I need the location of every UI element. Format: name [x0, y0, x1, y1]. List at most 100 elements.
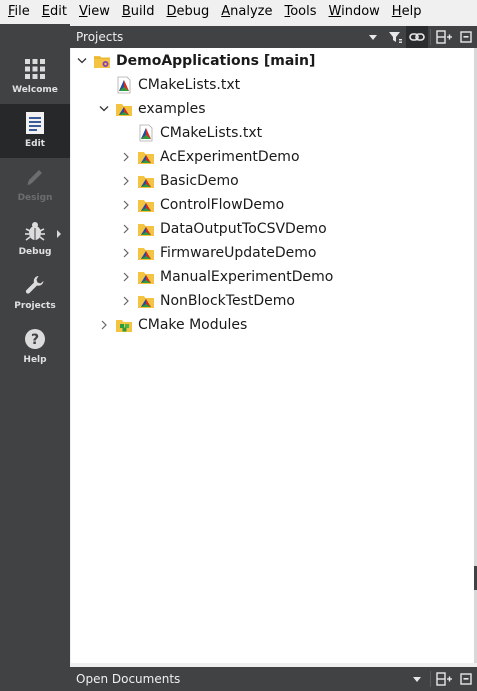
folder-label: examples — [138, 101, 206, 117]
tree-row-non-block-test-demo[interactable]: NonBlockTestDemo — [121, 289, 295, 313]
close-panel-button[interactable] — [455, 668, 477, 690]
menu-edit[interactable]: Edit — [36, 0, 73, 24]
tree-row-root-cmakelists[interactable]: CMakeLists.txt — [115, 73, 240, 97]
chevron-right-icon[interactable] — [121, 217, 131, 241]
menu-view[interactable]: View — [73, 0, 116, 24]
folder-label: ManualExperimentDemo — [160, 269, 334, 285]
link-with-editor-button[interactable] — [406, 26, 428, 48]
cmake-folder-icon — [137, 244, 155, 262]
menu-help[interactable]: Help — [386, 0, 428, 24]
mode-edit[interactable]: Edit — [0, 104, 70, 158]
tree-row-ac-experiment-demo[interactable]: AcExperimentDemo — [121, 145, 300, 169]
filter-tree-button[interactable] — [384, 26, 406, 48]
split-panel-button[interactable] — [433, 668, 455, 690]
menu-debug[interactable]: Debug — [160, 0, 215, 24]
cmake-folder-icon — [137, 268, 155, 286]
project-name: DemoApplications [main] — [116, 53, 316, 69]
mode-design-label: Design — [17, 193, 53, 203]
tree-row-data-output-to-csv-demo[interactable]: DataOutputToCSVDemo — [121, 217, 327, 241]
chevron-down-icon[interactable] — [77, 49, 87, 73]
open-documents-panel-header: Open Documents — [70, 667, 477, 691]
chevron-right-icon[interactable] — [121, 145, 131, 169]
chevron-down-icon — [413, 676, 421, 682]
mode-help[interactable]: ? Help — [0, 320, 70, 374]
grid-icon — [23, 57, 47, 81]
open-documents-panel-title: Open Documents — [76, 672, 181, 686]
folder-label: ControlFlowDemo — [160, 197, 285, 213]
chevron-right-icon[interactable] — [121, 193, 131, 217]
cmake-folder-icon — [137, 172, 155, 190]
filter-icon — [389, 32, 402, 43]
wrench-icon — [23, 273, 47, 297]
mode-sidebar: Welcome Edit Design Debug Projects ? Hel… — [0, 24, 70, 691]
split-panel-button[interactable] — [433, 26, 455, 48]
folder-label: BasicDemo — [160, 173, 239, 189]
mode-welcome[interactable]: Welcome — [0, 50, 70, 104]
bug-icon — [23, 219, 47, 243]
folder-label: DataOutputToCSVDemo — [160, 221, 327, 237]
file-label: CMakeLists.txt — [138, 77, 241, 93]
chevron-right-icon[interactable] — [121, 241, 131, 265]
modules-folder-icon — [115, 316, 133, 334]
projects-panel-title: Projects — [76, 30, 124, 44]
mode-projects-label: Projects — [14, 301, 56, 311]
split-icon — [436, 672, 452, 686]
menu-file[interactable]: File — [2, 0, 36, 24]
pencil-icon — [23, 165, 47, 189]
cmake-folder-icon — [137, 220, 155, 238]
tree-row-basic-demo[interactable]: BasicDemo — [121, 169, 239, 193]
mode-help-label: Help — [23, 355, 47, 365]
chevron-right-icon[interactable] — [99, 313, 109, 337]
tree-row-examples-cmakelists[interactable]: CMakeLists.txt — [137, 121, 262, 145]
tree-row-examples[interactable]: examples — [99, 97, 206, 121]
tree-row-manual-experiment-demo[interactable]: ManualExperimentDemo — [121, 265, 333, 289]
mode-edit-label: Edit — [25, 139, 45, 149]
cmake-file-icon — [137, 124, 155, 142]
tree-row-cmake-modules[interactable]: CMake Modules — [99, 313, 247, 337]
close-panel-icon — [460, 31, 472, 43]
menu-build[interactable]: Build — [116, 0, 161, 24]
file-label: CMakeLists.txt — [160, 125, 263, 141]
help-icon: ? — [23, 327, 47, 351]
qt-creator-window: File Edit View Build Debug Analyze Tools… — [0, 0, 477, 691]
mode-debug[interactable]: Debug — [0, 212, 70, 266]
mode-projects[interactable]: Projects — [0, 266, 70, 320]
mode-welcome-label: Welcome — [12, 85, 58, 95]
folder-label: FirmwareUpdateDemo — [160, 245, 317, 261]
mode-debug-label: Debug — [18, 247, 52, 257]
mode-design[interactable]: Design — [0, 158, 70, 212]
cmake-file-icon — [115, 76, 133, 94]
folder-label: AcExperimentDemo — [160, 149, 300, 165]
chevron-down-icon[interactable] — [99, 97, 109, 121]
chevron-right-icon[interactable] — [121, 289, 131, 313]
svg-text:?: ? — [31, 332, 39, 348]
tree-row-control-flow-demo[interactable]: ControlFlowDemo — [121, 193, 284, 217]
chevron-right-icon[interactable] — [121, 169, 131, 193]
menu-analyze[interactable]: Analyze — [215, 0, 278, 24]
open-documents-view-dropdown[interactable] — [406, 668, 428, 690]
project-tree: DemoApplications [main] CMakeLists.txt e… — [71, 48, 474, 663]
close-panel-icon — [460, 673, 472, 685]
mode-debug-menu-arrow-icon[interactable] — [57, 230, 61, 238]
document-edit-icon — [23, 111, 47, 135]
menu-tools[interactable]: Tools — [278, 0, 322, 24]
menu-window[interactable]: Window — [323, 0, 386, 24]
cmake-folder-icon — [137, 196, 155, 214]
link-icon — [409, 33, 425, 41]
projects-panel-header: Projects — [70, 26, 477, 48]
tree-row-firmware-update-demo[interactable]: FirmwareUpdateDemo — [121, 241, 316, 265]
project-folder-icon — [93, 52, 111, 70]
header-separator — [430, 29, 431, 45]
cmake-folder-icon — [137, 292, 155, 310]
cmake-folder-icon — [115, 100, 133, 118]
chevron-down-icon — [369, 34, 377, 40]
cmake-folder-icon — [137, 148, 155, 166]
tree-row-root[interactable]: DemoApplications [main] — [77, 49, 315, 73]
close-panel-button[interactable] — [455, 26, 477, 48]
menu-bar: File Edit View Build Debug Analyze Tools… — [0, 0, 477, 24]
folder-label: CMake Modules — [138, 317, 248, 333]
folder-label: NonBlockTestDemo — [160, 293, 295, 309]
chevron-right-icon[interactable] — [121, 265, 131, 289]
header-separator — [430, 671, 431, 687]
view-selector-dropdown[interactable] — [362, 26, 384, 48]
